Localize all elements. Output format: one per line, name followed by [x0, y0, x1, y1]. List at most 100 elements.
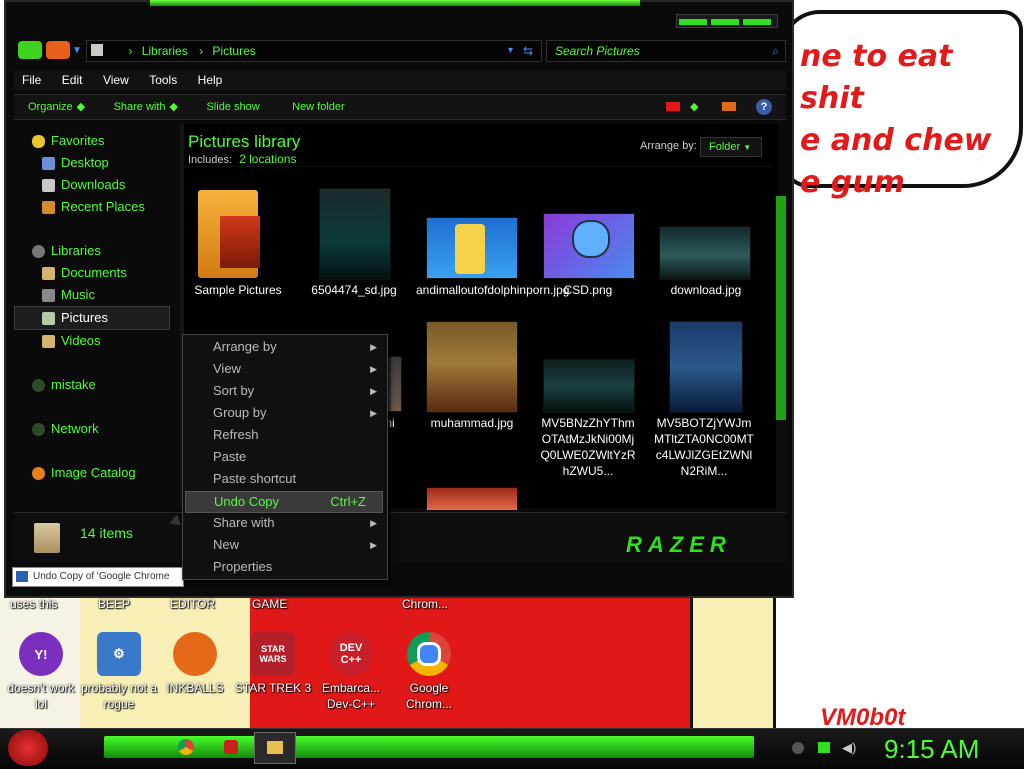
badge-graphic: [572, 220, 610, 258]
ctx-refresh[interactable]: Refresh: [185, 425, 385, 445]
ctx-new[interactable]: New ▶: [185, 535, 385, 555]
file-label[interactable]: 6504474_sd.jpg: [298, 282, 410, 298]
nav-network[interactable]: Network: [14, 418, 170, 440]
window-controls[interactable]: [676, 14, 778, 28]
explorer-taskbar-button[interactable]: [254, 732, 296, 764]
search-icon[interactable]: ⌕: [772, 41, 779, 61]
nav-label: Image Catalog: [51, 465, 136, 480]
menu-edit[interactable]: Edit: [62, 73, 83, 87]
preview-pane-icon[interactable]: [722, 102, 736, 111]
ctx-properties[interactable]: Properties: [185, 557, 385, 577]
nav-music[interactable]: Music: [14, 284, 170, 306]
nav-documents[interactable]: Documents: [14, 262, 170, 284]
desktop-icon-startrek[interactable]: STAR WARS STAR TREK 3: [232, 632, 314, 696]
nav-image-catalog[interactable]: Image Catalog: [14, 462, 170, 484]
app-taskbar-icon[interactable]: [224, 740, 238, 754]
task-progress-text: Undo Copy of 'Google Chrome: [33, 571, 170, 582]
recent-pages-chevron-icon[interactable]: ▼: [72, 45, 82, 56]
desktop-icon-devcpp[interactable]: DEV C++ Embarca... Dev-C++: [310, 632, 392, 712]
ctx-paste-shortcut[interactable]: Paste shortcut: [185, 469, 385, 489]
close-button[interactable]: [743, 19, 771, 25]
share-with-button[interactable]: Share with: [114, 101, 166, 113]
file-label[interactable]: MV5BOTZjYWJmMTltZTA0NC00MTc4LWJlZGEtZWNl…: [652, 415, 756, 479]
address-dropdown-icon[interactable]: ▾: [508, 41, 513, 61]
image-catalog-icon: [32, 466, 45, 480]
navigation-pane: Favorites Desktop Downloads Recent Place…: [14, 124, 170, 508]
image-thumbnail[interactable]: [319, 188, 391, 280]
slide-show-button[interactable]: Slide show: [206, 101, 259, 113]
nav-libraries[interactable]: Libraries: [14, 240, 170, 262]
image-thumbnail[interactable]: [426, 321, 518, 413]
nav-homegroup[interactable]: mistake: [14, 374, 170, 396]
nav-pictures[interactable]: Pictures: [14, 306, 170, 330]
search-placeholder: Search Pictures: [555, 44, 640, 58]
ctx-sort-by[interactable]: Sort by ▶: [185, 381, 385, 401]
file-label[interactable]: download.jpg: [650, 282, 762, 298]
breadcrumb-libraries[interactable]: Libraries: [142, 44, 188, 58]
image-thumbnail[interactable]: [543, 213, 635, 279]
star-icon: [32, 134, 45, 148]
desktop-icon-yahoo[interactable]: Y! doesn't work lol: [0, 632, 82, 712]
back-button[interactable]: [18, 41, 42, 59]
ctx-view[interactable]: View ▶: [185, 359, 385, 379]
ctx-shortcut: Ctrl+Z: [330, 494, 366, 509]
desktop-icon-rogue[interactable]: ⚙ probably not a rogue: [78, 632, 160, 712]
forward-button[interactable]: [46, 41, 71, 59]
search-input[interactable]: Search Pictures ⌕: [546, 40, 786, 62]
gears-icon: ⚙: [97, 632, 141, 676]
file-label[interactable]: andimalloutofdolphinporn.jpg: [416, 282, 569, 298]
ctx-paste[interactable]: Paste: [185, 447, 385, 467]
image-thumbnail-partial[interactable]: [426, 487, 518, 511]
desktop-icon-label: Embarca... Dev-C++: [321, 681, 381, 711]
maximize-button[interactable]: [711, 19, 739, 25]
menu-bar: File Edit View Tools Help: [14, 70, 786, 90]
ctx-undo-copy[interactable]: Undo Copy Ctrl+Z: [185, 491, 383, 513]
desktop-icon-label: doesn't work lol: [7, 681, 75, 711]
minimize-button[interactable]: [679, 19, 707, 25]
arrange-dropdown[interactable]: Folder ▼: [700, 137, 762, 157]
menu-help[interactable]: Help: [198, 73, 223, 87]
new-folder-button[interactable]: New folder: [292, 101, 345, 113]
refresh-icon[interactable]: ⇆: [523, 41, 533, 61]
view-dropdown-icon[interactable]: ◆: [690, 95, 698, 119]
breadcrumb-pictures[interactable]: Pictures: [212, 44, 255, 58]
image-thumbnail[interactable]: [669, 321, 743, 413]
clock[interactable]: 9:15 AM: [884, 734, 979, 765]
image-thumbnail[interactable]: [543, 359, 635, 413]
menu-file[interactable]: File: [22, 73, 41, 87]
address-bar[interactable]: › Libraries › Pictures ▾ ⇆: [86, 40, 542, 62]
nav-recent-places[interactable]: Recent Places: [14, 196, 170, 218]
scrollbar-thumb[interactable]: [776, 196, 786, 420]
nav-downloads[interactable]: Downloads: [14, 174, 170, 196]
ctx-arrange-by[interactable]: Arrange by ▶: [185, 337, 385, 357]
desktop-icon-inkballs[interactable]: INKBALLS: [154, 632, 236, 696]
image-thumbnail[interactable]: [659, 226, 751, 280]
start-button[interactable]: [8, 730, 48, 766]
ctx-share-with[interactable]: Share with ▶: [185, 513, 385, 533]
file-label[interactable]: Sample Pictures: [182, 282, 294, 298]
submenu-arrow-icon: ▶: [370, 518, 377, 528]
file-label[interactable]: MV5BNzZhYThmOTAtMzJkNi00MjQ0LWE0ZWltYzRh…: [538, 415, 638, 479]
image-thumbnail[interactable]: [426, 217, 518, 279]
nav-desktop[interactable]: Desktop: [14, 152, 170, 174]
window-top-accent: [150, 0, 640, 6]
desktop-icon-chrome[interactable]: Google Chrom...: [388, 632, 470, 712]
organize-button[interactable]: Organize: [28, 101, 73, 113]
menu-view[interactable]: View: [103, 73, 129, 87]
show-hidden-icons[interactable]: [792, 742, 804, 754]
menu-tools[interactable]: Tools: [149, 73, 177, 87]
folder-thumbnail[interactable]: [196, 190, 266, 280]
ctx-group-by[interactable]: Group by ▶: [185, 403, 385, 423]
file-label[interactable]: muhammad.jpg: [416, 415, 528, 431]
help-icon[interactable]: ?: [756, 99, 772, 115]
file-label[interactable]: CSD.png: [532, 282, 644, 298]
nav-favorites[interactable]: Favorites: [14, 130, 170, 152]
vertical-scrollbar[interactable]: [776, 196, 786, 512]
nav-label: Downloads: [61, 177, 126, 192]
chrome-taskbar-icon[interactable]: [178, 739, 194, 755]
network-tray-icon[interactable]: [818, 742, 830, 753]
nav-videos[interactable]: Videos: [14, 330, 170, 352]
view-options-icon[interactable]: [666, 102, 680, 111]
volume-icon[interactable]: ◀): [842, 740, 856, 756]
includes-link[interactable]: 2 locations: [239, 152, 296, 166]
